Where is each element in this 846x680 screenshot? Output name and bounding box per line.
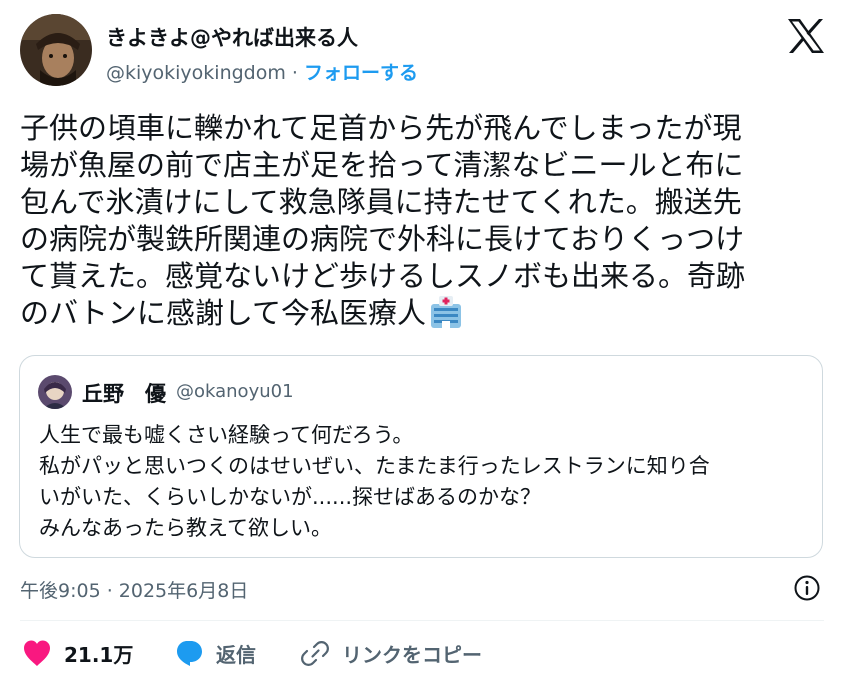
divider <box>20 620 824 621</box>
like-button[interactable]: 21.1万 <box>22 636 133 670</box>
handle-separator: · <box>285 62 305 84</box>
tweet-text-content: 子供の頃車に轢かれて足首から先が飛んでしまったが現 場が魚屋の前で店主が足を拾っ… <box>20 111 746 330</box>
tweet-timestamp[interactable]: 午後9:05 · 2025年6月8日 <box>20 576 248 603</box>
follow-button[interactable]: フォローする <box>304 62 418 84</box>
author-display-name[interactable]: きよきよ@やれば出来る人 <box>106 22 358 52</box>
tweet-text: 子供の頃車に轢かれて足首から先が飛んでしまったが現 場が魚屋の前で店主が足を拾っ… <box>20 110 820 338</box>
author-avatar[interactable] <box>20 14 92 86</box>
like-count: 21.1万 <box>64 642 134 667</box>
x-logo-icon[interactable] <box>786 18 826 54</box>
reply-label: 返信 <box>216 642 256 667</box>
reply-button[interactable]: 返信 <box>174 636 256 670</box>
quoted-display-name[interactable]: 丘野 優 <box>82 378 166 408</box>
quoted-author-avatar[interactable] <box>38 375 72 409</box>
heart-icon <box>24 640 50 666</box>
quoted-tweet[interactable]: 丘野 優 @okanoyu01 人生で最も嘘くさい経験って何だろう。 私がパッと… <box>19 355 823 558</box>
info-icon[interactable] <box>793 574 821 602</box>
link-icon <box>301 641 329 666</box>
quoted-handle[interactable]: @okanoyu01 <box>176 381 294 402</box>
copy-link-label: リンクをコピー <box>342 642 482 667</box>
author-handle[interactable]: @kiyokiyokingdom <box>106 62 286 84</box>
author-handle-line: @kiyokiyokingdom · フォローする <box>106 58 418 85</box>
hospital-emoji-icon <box>428 295 464 338</box>
quoted-text: 人生で最も嘘くさい経験って何だろう。 私がパッと思いつくのはせいぜい、たまたま行… <box>39 423 710 540</box>
copy-link-button[interactable]: リンクをコピー <box>300 636 482 670</box>
reply-bubble-icon <box>177 641 202 666</box>
